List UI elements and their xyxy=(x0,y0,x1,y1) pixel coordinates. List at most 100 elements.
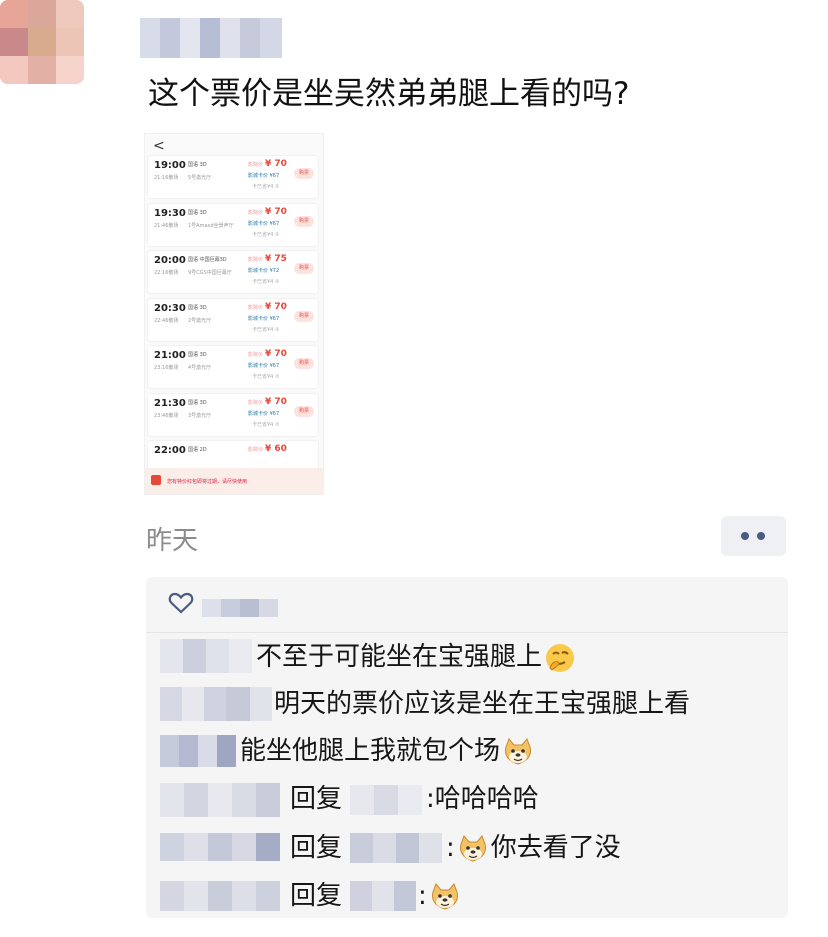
showtime-buy[interactable]: 购票 xyxy=(294,358,314,369)
showtime-price: 影院价 ¥ 70 xyxy=(248,397,287,407)
post-timestamp: 昨天 xyxy=(146,526,199,556)
showtime-price: 影院价 ¥ 70 xyxy=(248,349,287,359)
commenter-name-blurred[interactable] xyxy=(160,687,272,721)
showtime-card: 卡已省¥4 ② xyxy=(252,279,280,285)
showtime-time: 22:00 xyxy=(154,445,186,456)
commenter-name-blurred[interactable] xyxy=(160,639,252,673)
reply-colon: : xyxy=(426,784,435,814)
showtime-row[interactable]: 20:00 22:16散场 国语 中国巨幕3D 9号CGS中国巨幕厅 影城卡价 ¥72 卡… xyxy=(148,251,318,293)
showtime-lang: 国语 3D xyxy=(188,162,207,168)
back-icon: < xyxy=(153,138,165,154)
showtime-lang: 国语 3D xyxy=(188,352,207,358)
showtime-orig-label: 影院价 xyxy=(248,352,264,358)
showtime-buy[interactable]: 购票 xyxy=(294,405,314,417)
doge-icon xyxy=(459,834,486,862)
showtime-disc: 影城卡价 ¥67 xyxy=(248,315,280,322)
showtime-orig-label: 影院价 xyxy=(248,257,264,263)
comment-4-reply[interactable]: 回复 xyxy=(290,782,342,816)
showtime-orig-label: 影院价 xyxy=(248,399,264,406)
showtime-time: 21:00 xyxy=(154,350,186,361)
showtime-price-value: ¥ 70 xyxy=(265,159,287,169)
reply-label: 回复 xyxy=(290,881,343,911)
showtime-price: 影院价 ¥ 70 xyxy=(248,159,287,169)
showtime-row[interactable]: 19:00 21:16散场 国语 3D 5号激光厅 影城卡价 ¥67 卡已省¥4 ② 购票影… xyxy=(148,156,318,198)
comment-5-reply[interactable]: 回复 xyxy=(290,831,342,865)
showtime-price-value: ¥ 70 xyxy=(265,206,287,217)
comment-text: 哈哈哈哈 xyxy=(434,784,539,814)
showtime-card: 卡已省¥4 ② xyxy=(252,421,280,428)
showtime-card: 卡已省¥4 ② xyxy=(252,326,280,333)
showtime-lang: 国语 3D xyxy=(188,399,207,406)
more-dot xyxy=(757,532,765,540)
showtime-orig-label: 影院价 xyxy=(248,447,264,453)
comment-6-reply[interactable]: 回复 xyxy=(290,879,342,913)
comment-text: 不至于可能坐在宝强腿上 xyxy=(256,642,543,672)
showtime-card: 卡已省¥4 ② xyxy=(252,231,280,238)
more-dot xyxy=(741,532,749,540)
showtime-price-value: ¥ 70 xyxy=(265,349,287,359)
comment-4-body[interactable]: :哈哈哈哈 xyxy=(426,782,539,816)
username-blurred[interactable] xyxy=(140,18,282,58)
showtime-orig-label: 影院价 xyxy=(248,304,264,311)
showtime-hall: 1号Amaxd全景声厅 xyxy=(188,222,234,229)
coupon-notice: 您有特价红包即将过期，请尽快使用 xyxy=(145,468,323,494)
showtime-row[interactable]: 19:30 21:46散场 国语 3D 1号Amaxd全景声厅 影城卡价 ¥67 卡已省¥… xyxy=(148,203,318,246)
likes-row xyxy=(146,577,788,633)
showtime-hall: 3号激光厅 xyxy=(188,412,212,419)
showtime-disc: 影城卡价 ¥67 xyxy=(248,363,280,369)
reply-label: 回复 xyxy=(290,784,343,814)
showtime-lang: 国语 中国巨幕3D xyxy=(188,257,227,263)
commenter-name-blurred[interactable] xyxy=(160,881,280,911)
more-button[interactable] xyxy=(721,516,786,556)
showtime-lang: 国语 2D xyxy=(188,447,207,453)
showtime-hall: 2号激光厅 xyxy=(188,317,212,324)
heart-outline-icon[interactable] xyxy=(168,591,194,615)
showtime-orig-label: 影院价 xyxy=(248,162,264,168)
commenter-name-blurred[interactable] xyxy=(160,783,280,817)
comments-panel: 不至于可能坐在宝强腿上 明天的票价应该是坐在王宝强腿上看 能坐他腿上我就包个场 … xyxy=(146,577,788,918)
showtime-buy[interactable]: 购票 xyxy=(294,215,314,227)
doge-icon xyxy=(431,882,458,910)
showtime-time: 19:00 xyxy=(154,160,186,171)
post-image-showtimes[interactable]: < 19:00 21:16散场 国语 3D 5号激光厅 影城卡价 ¥67 卡已省¥4 ②购… xyxy=(144,133,324,495)
comment-2[interactable]: 明天的票价应该是坐在王宝强腿上看 xyxy=(274,687,690,721)
showtime-hall: 9号CGS中国巨幕厅 xyxy=(188,270,232,276)
showtime-end: 21:16散场 xyxy=(154,175,179,181)
showtime-row[interactable]: 20:30 22:46散场 国语 3D 2号激光厅 影城卡价 ¥67 卡已省¥4 ② 购票影… xyxy=(148,298,318,341)
reply-target-blurred[interactable] xyxy=(350,785,422,815)
showtime-row[interactable]: 21:00 23:16散场 国语 3D 4号激光厅 影城卡价 ¥67 卡已省¥4 ② 购票影… xyxy=(148,346,318,388)
showtime-end: 22:16散场 xyxy=(154,270,179,276)
comment-1[interactable]: 不至于可能坐在宝强腿上 xyxy=(256,640,578,674)
reply-target-blurred[interactable] xyxy=(350,881,416,911)
comment-text: 明天的票价应该是坐在王宝强腿上看 xyxy=(274,689,691,719)
showtime-disc: 影城卡价 ¥67 xyxy=(248,173,280,179)
reply-target-blurred[interactable] xyxy=(350,833,442,863)
showtime-buy[interactable]: 购票 xyxy=(294,310,314,322)
showtime-buy[interactable]: 购票 xyxy=(294,168,314,179)
commenter-name-blurred[interactable] xyxy=(160,735,236,767)
reply-colon: : xyxy=(418,881,427,911)
comment-6-body[interactable]: : xyxy=(418,879,463,913)
comment-text: 你去看了没 xyxy=(490,833,621,863)
liker-names-blurred[interactable] xyxy=(202,599,278,617)
showtime-time: 20:00 xyxy=(154,255,186,266)
post-text: 这个票价是坐吴然弟弟腿上看的吗? xyxy=(148,76,630,112)
avatar[interactable] xyxy=(0,0,84,84)
showtime-time: 20:30 xyxy=(154,302,186,314)
showtime-row[interactable]: 21:30 23:46散场 国语 3D 3号激光厅 影城卡价 ¥67 卡已省¥4 ② 购票影… xyxy=(148,393,318,436)
comment-5-body[interactable]: : 你去看了没 xyxy=(446,831,621,865)
commenter-name-blurred[interactable] xyxy=(160,833,280,861)
showtime-time: 19:30 xyxy=(154,207,186,219)
coupon-notice-text: 您有特价红包即将过期，请尽快使用 xyxy=(167,479,248,485)
showtime-price: 影院价 ¥ 60 xyxy=(248,444,287,454)
showtime-card: 卡已省¥4 ② xyxy=(252,184,280,190)
comment-3[interactable]: 能坐他腿上我就包个场 xyxy=(240,734,536,768)
showtime-end: 22:46散场 xyxy=(154,317,179,324)
showtime-buy[interactable]: 购票 xyxy=(294,263,314,274)
thinking-face-icon xyxy=(546,643,575,672)
showtime-price: 影院价 ¥ 70 xyxy=(248,207,287,217)
showtime-price-value: ¥ 75 xyxy=(265,254,287,264)
showtime-price-value: ¥ 70 xyxy=(265,301,287,312)
comment-text: 能坐他腿上我就包个场 xyxy=(240,736,501,766)
showtime-lang: 国语 3D xyxy=(188,209,207,216)
